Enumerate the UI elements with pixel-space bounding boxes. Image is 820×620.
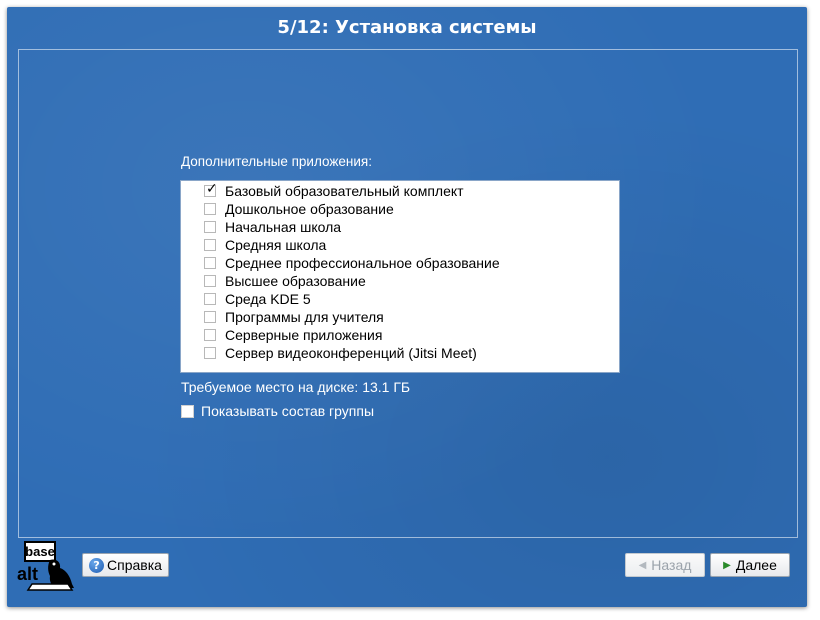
list-item[interactable]: Начальная школа [204,218,341,236]
list-item-label: Программы для учителя [225,309,384,325]
list-item[interactable]: Среда KDE 5 [204,290,311,308]
checkbox-icon[interactable] [204,347,216,359]
back-button-label: Назад [651,557,692,573]
help-button[interactable]: ? Справка [82,553,169,577]
checkbox-icon[interactable] [204,311,216,323]
next-button-label: Далее [735,557,777,573]
list-item-label: Базовый образовательный комплект [225,183,464,199]
list-item-label: Серверные приложения [225,327,383,343]
arrow-left-icon: ◀ [638,559,647,571]
checkbox-icon[interactable] [204,221,216,233]
list-item-label: Высшее образование [225,273,366,289]
checkbox-icon[interactable] [204,275,216,287]
logo-text-bottom: alt [17,564,38,584]
list-item[interactable]: Среднее профессиональное образование [204,254,500,272]
list-item[interactable]: Сервер видеоконференций (Jitsi Meet) [204,344,477,362]
checkbox-checked-icon[interactable]: ✓ [204,182,218,197]
list-item-label: Среда KDE 5 [225,291,311,307]
checkbox-icon[interactable] [204,239,216,251]
logo-text-top: base [25,544,55,559]
list-item-label: Сервер видеоконференций (Jitsi Meet) [225,345,477,361]
show-group-toggle[interactable]: Показывать состав группы [181,402,374,420]
disk-space-text: Требуемое место на диске: 13.1 ГБ [181,379,411,395]
list-item[interactable]: ✓ Базовый образовательный комплект [204,182,464,200]
help-button-label: Справка [107,557,162,573]
applications-list: ✓ Базовый образовательный комплект Дошко… [180,180,620,373]
list-item[interactable]: Средняя школа [204,236,326,254]
list-item-label: Среднее профессиональное образование [225,255,500,271]
list-item[interactable]: Высшее образование [204,272,366,290]
show-group-label: Показывать состав группы [201,403,375,419]
list-item-label: Начальная школа [225,219,342,235]
back-button[interactable]: ◀ Назад [625,553,705,577]
list-item[interactable]: Серверные приложения [204,326,382,344]
help-icon: ? [89,557,105,573]
show-group-checkbox[interactable] [181,404,194,418]
window-title: 5/12: Установка системы [277,17,537,38]
list-item[interactable]: Дошкольное образование [204,200,394,218]
seal-logo: base alt [17,541,74,591]
basealt-logo: base alt [12,540,78,592]
next-button[interactable]: ▶ Далее [710,553,790,577]
checkbox-icon[interactable] [204,329,216,341]
checkbox-icon[interactable] [204,293,216,305]
checkbox-icon[interactable] [204,257,216,269]
checkbox-icon[interactable] [204,203,216,215]
arrow-right-icon: ▶ [723,559,731,571]
section-label: Дополнительные приложения: [181,154,372,169]
list-item[interactable]: Программы для учителя [204,308,384,326]
list-item-label: Средняя школа [225,237,327,253]
list-item-label: Дошкольное образование [225,201,394,217]
